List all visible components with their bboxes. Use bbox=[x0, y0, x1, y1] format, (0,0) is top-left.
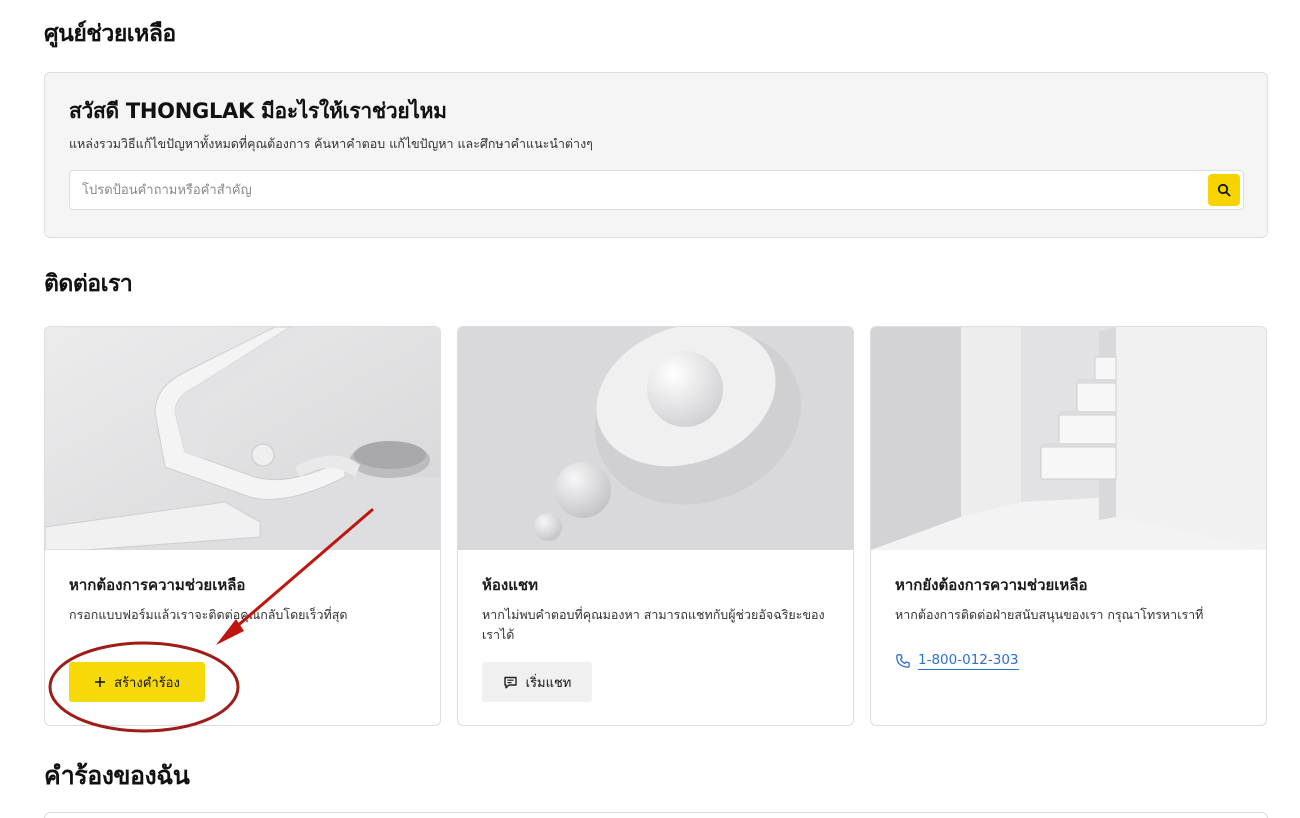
card-illustration-stairs bbox=[871, 327, 1266, 550]
card-title: หากต้องการความช่วยเหลือ bbox=[69, 576, 246, 594]
card-title: ห้องแชท bbox=[482, 576, 538, 594]
help-hero-panel: สวัสดี THONGLAK มีอะไรให้เราช่วยไหม แหล่… bbox=[44, 72, 1268, 238]
card-title: หากยังต้องการความช่วยเหลือ bbox=[895, 576, 1088, 594]
start-chat-button[interactable]: เริ่มแชท bbox=[482, 662, 592, 702]
contact-title: ติดต่อเรา bbox=[44, 271, 133, 297]
hero-subtitle: แหล่งรวมวิธีแก้ไขปัญหาทั้งหมดที่คุณต้องก… bbox=[69, 136, 593, 151]
chat-icon bbox=[503, 676, 517, 688]
phone-support-card: หากยังต้องการความช่วยเหลือ หากต้องการติด… bbox=[870, 326, 1267, 726]
search-input[interactable] bbox=[82, 171, 1192, 209]
greeting-heading: สวัสดี THONGLAK มีอะไรให้เราช่วยไหม bbox=[69, 99, 447, 123]
start-chat-label: เริ่มแชท bbox=[525, 675, 572, 691]
chat-card: ห้องแชท หากไม่พบคำตอบที่คุณมองหา สามารถแ… bbox=[457, 326, 854, 726]
my-requests-title: คำร้องของฉัน bbox=[44, 761, 190, 790]
card-description: กรอกแบบฟอร์มแล้วเราจะติดต่อคุณกลับโดยเร็… bbox=[69, 607, 348, 622]
search-button[interactable] bbox=[1208, 174, 1240, 206]
phone-number: 1-800-012-303 bbox=[918, 652, 1019, 670]
card-description: หากต้องการติดต่อฝ่ายสนับสนุนของเรา กรุณา… bbox=[895, 607, 1204, 622]
phone-icon bbox=[896, 654, 910, 668]
card-illustration-spheres bbox=[458, 327, 853, 550]
search-icon bbox=[1217, 183, 1231, 197]
card-illustration-track bbox=[45, 327, 440, 550]
request-card: หากต้องการความช่วยเหลือ กรอกแบบฟอร์มแล้ว… bbox=[44, 326, 441, 726]
help-center-title: ศูนย์ช่วยเหลือ bbox=[44, 21, 176, 47]
create-request-label: สร้างคำร้อง bbox=[114, 675, 180, 691]
my-requests-panel bbox=[44, 812, 1268, 818]
plus-icon bbox=[95, 677, 106, 687]
search-bar bbox=[69, 170, 1244, 210]
phone-number-link[interactable]: 1-800-012-303 bbox=[895, 652, 1019, 670]
card-description: หากไม่พบคำตอบที่คุณมองหา สามารถแชทกับผู้… bbox=[482, 607, 825, 642]
create-request-button[interactable]: สร้างคำร้อง bbox=[69, 662, 205, 702]
